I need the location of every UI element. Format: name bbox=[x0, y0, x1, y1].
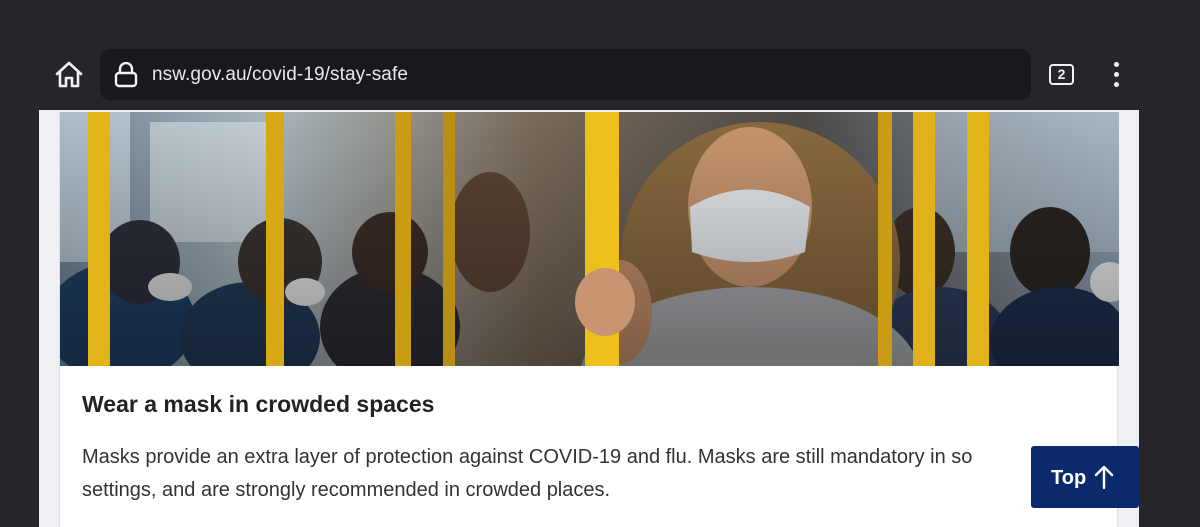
card-title: Wear a mask in crowded spaces bbox=[82, 391, 435, 417]
card-body: Masks provide an extra layer of protecti… bbox=[82, 441, 1122, 507]
more-vert-icon[interactable] bbox=[1104, 60, 1128, 90]
hero-image bbox=[60, 112, 1119, 366]
url-text[interactable]: nsw.gov.au/covid-19/stay-safe bbox=[152, 63, 408, 87]
lock-icon[interactable] bbox=[114, 61, 138, 88]
card-body-line: settings, and are strongly recommended i… bbox=[82, 479, 611, 501]
arrow-up-icon bbox=[1094, 464, 1114, 490]
home-icon[interactable] bbox=[52, 58, 86, 92]
back-to-top-label: Top bbox=[1051, 467, 1087, 489]
tab-count: 2 bbox=[1049, 64, 1074, 85]
tab-switcher-button[interactable]: 2 bbox=[1046, 61, 1076, 87]
card-body-line: Masks provide an extra layer of protecti… bbox=[82, 446, 973, 468]
web-page: Wear a mask in crowded spaces Masks prov… bbox=[39, 110, 1139, 527]
content-card: Wear a mask in crowded spaces Masks prov… bbox=[59, 112, 1119, 527]
address-bar[interactable]: nsw.gov.au/covid-19/stay-safe bbox=[100, 49, 1031, 100]
back-to-top-button[interactable]: Top bbox=[1031, 446, 1139, 508]
browser-toolbar: nsw.gov.au/covid-19/stay-safe 2 bbox=[0, 0, 1200, 110]
